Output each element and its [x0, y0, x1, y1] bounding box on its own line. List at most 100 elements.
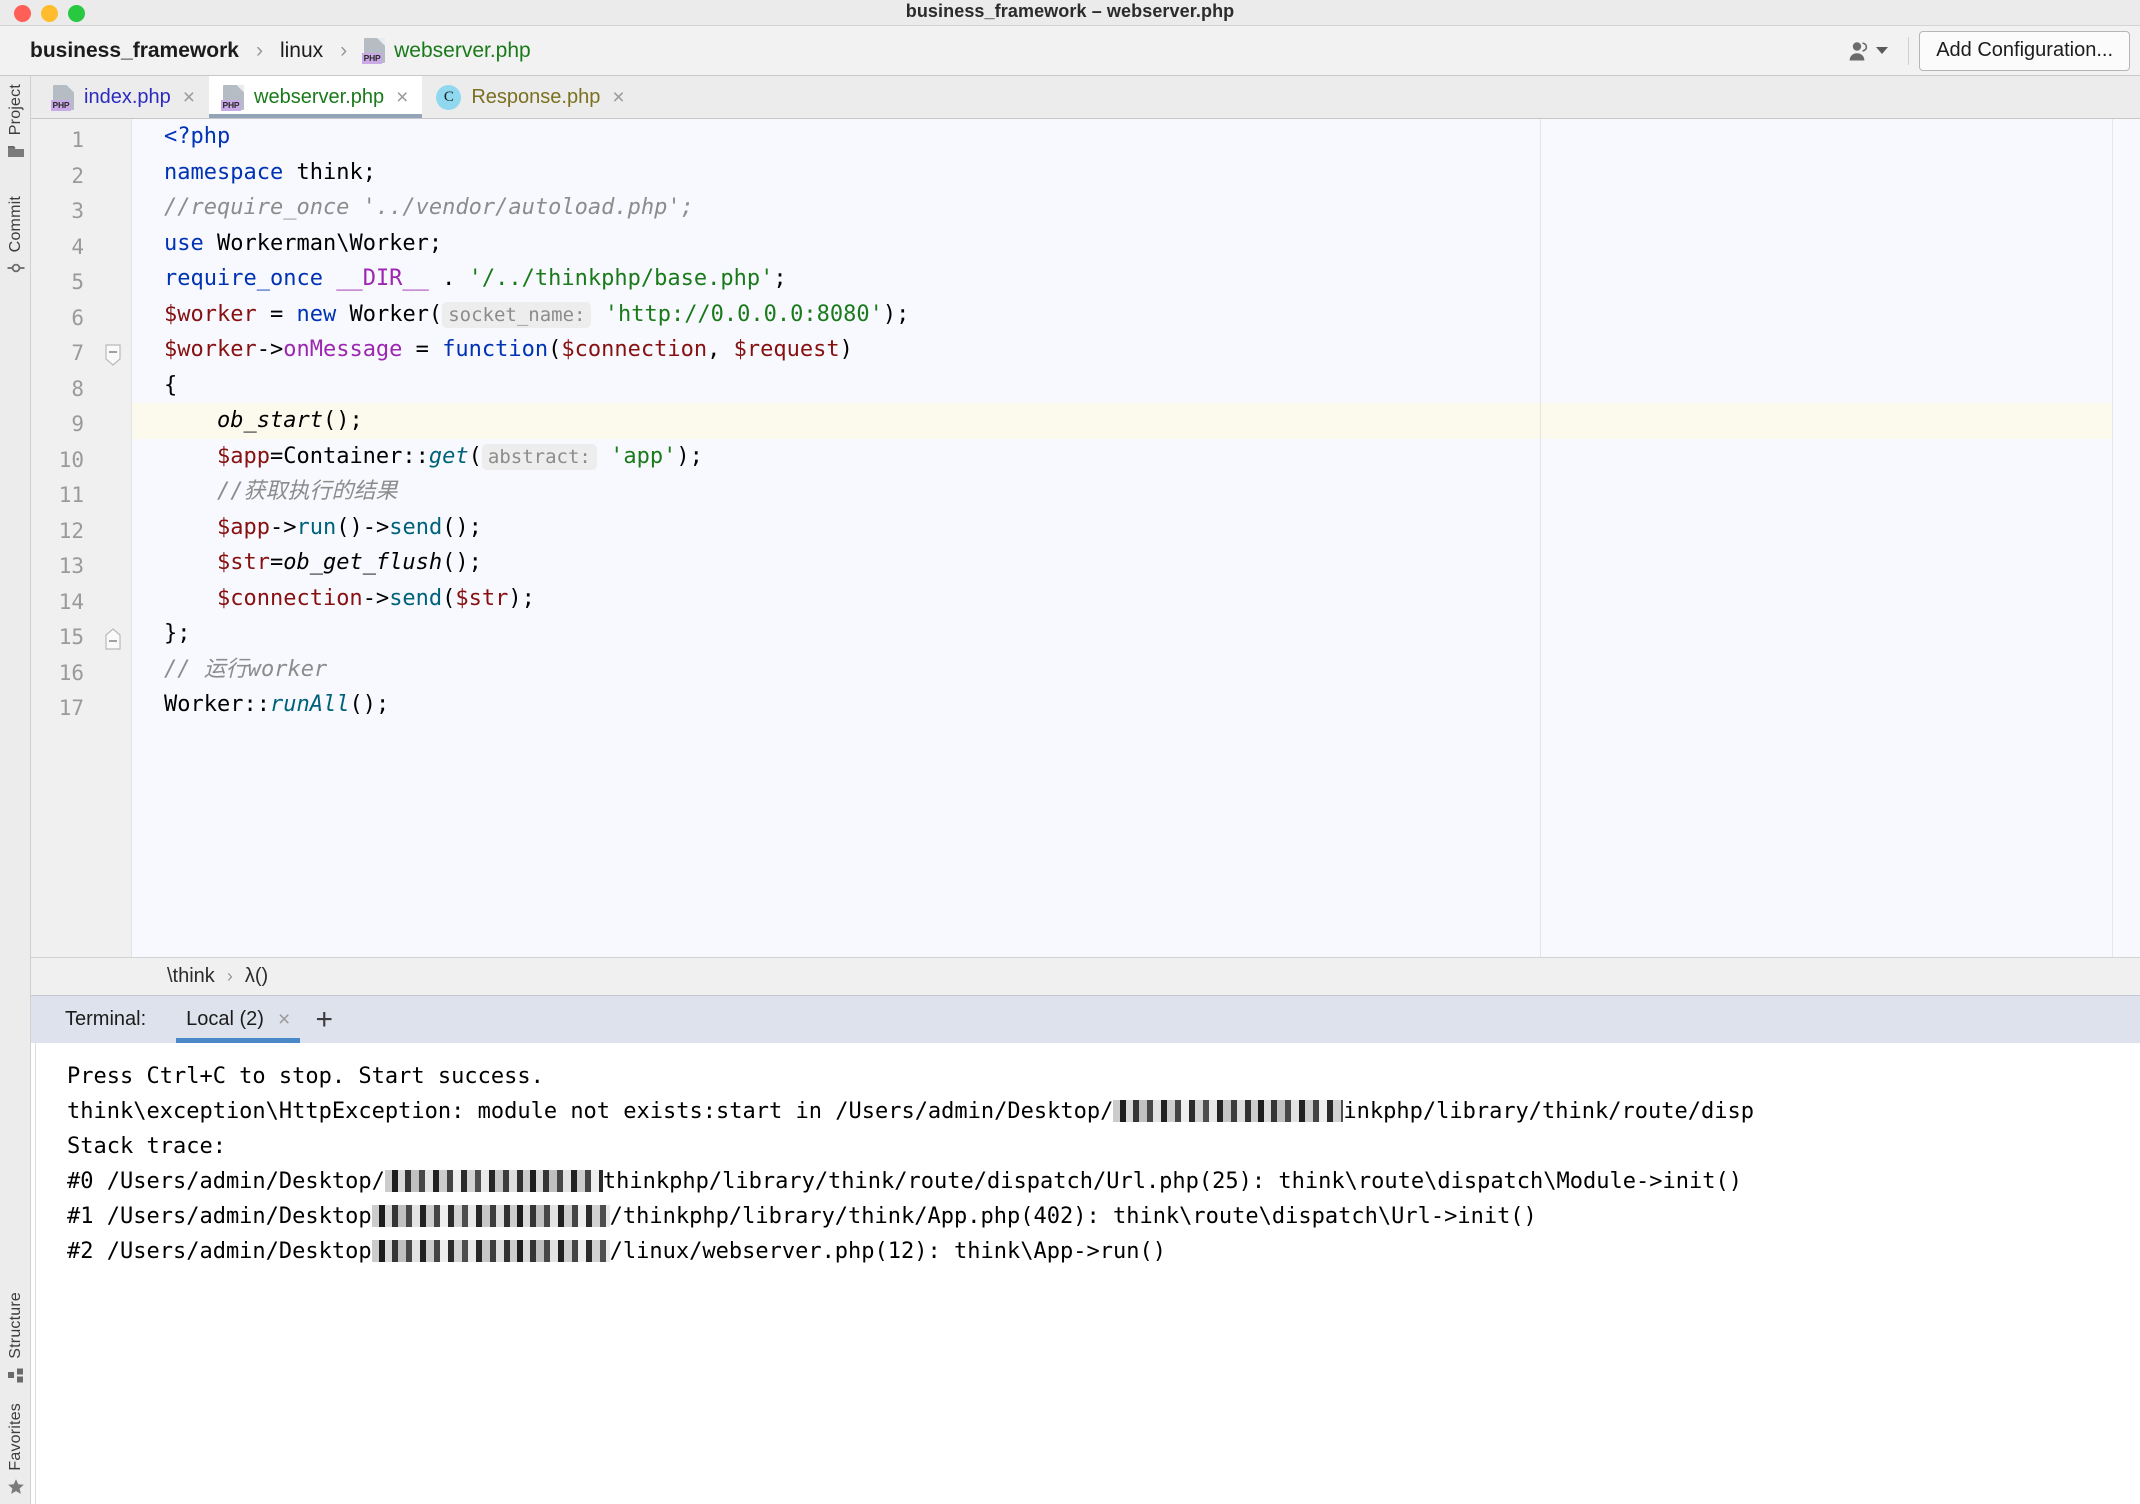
editor-code-area[interactable]: <?php namespace think; //require_once '../…	[131, 119, 2140, 958]
code-editor[interactable]: 1 2 3 4 5 6 7 8 9 10 11 12 13 14 15 16 17 <?php namespace…	[31, 119, 2140, 958]
code-token: __DIR__	[336, 266, 429, 291]
line-number: 10	[58, 447, 84, 472]
line-number: 8	[71, 376, 84, 401]
code-token: ob_get_flush	[283, 550, 443, 575]
parameter-hint: abstract:	[481, 443, 597, 470]
code-token: Worker(	[336, 301, 443, 327]
tab-index-php[interactable]: PHP index.php ×	[39, 76, 209, 118]
redacted-path-block	[371, 1205, 610, 1228]
code-token: ();	[322, 408, 363, 433]
tool-button-favorites[interactable]: Favorites	[0, 1403, 31, 1496]
terminal-output-panel[interactable]: Press Ctrl+C to stop. Start success. thin…	[31, 1043, 2140, 1504]
line-number: 15	[58, 625, 84, 649]
code-token: $request	[733, 337, 840, 362]
window-titlebar: business_framework – webserver.php	[0, 0, 2140, 26]
structure-crumb-namespace[interactable]: \think	[167, 965, 215, 988]
redacted-path-block	[371, 1240, 610, 1263]
close-tab-icon[interactable]: ×	[183, 87, 195, 108]
terminal-line: think\exception\HttpException: module no…	[67, 1094, 2140, 1129]
code-line: require_once __DIR__ . '/../thinkphp/bas…	[164, 261, 2140, 297]
terminal-text: /linux/webserver.php(12): think\App->run…	[609, 1239, 1166, 1265]
tab-webserver-php[interactable]: PHP webserver.php ×	[209, 76, 423, 118]
code-token: send	[389, 514, 443, 540]
line-number: 12	[58, 518, 84, 543]
code-token: $connection	[561, 337, 708, 362]
tool-label-structure: Structure	[6, 1292, 24, 1359]
code-token: $app	[216, 443, 270, 469]
code-token: =	[402, 337, 443, 362]
code-token: ->	[362, 585, 390, 611]
terminal-tab-local[interactable]: Local (2) ×	[176, 996, 301, 1044]
code-token: $str	[455, 585, 509, 611]
terminal-text: Stack trace:	[67, 1134, 226, 1160]
user-account-button[interactable]	[1838, 36, 1898, 66]
code-token: ();	[349, 692, 390, 717]
close-tab-icon[interactable]: ×	[396, 87, 408, 108]
terminal-line: #2 /Users/admin/Desktop/linux/webserver.…	[67, 1234, 2140, 1269]
terminal-text: Press Ctrl+C to stop. Start success.	[67, 1064, 544, 1090]
terminal-text: thinkphp/library/think/route/dispatch/Ur…	[602, 1169, 1742, 1195]
code-token: //获取执行的结果	[164, 479, 398, 504]
code-token: '/../thinkphp/base.php'	[468, 266, 774, 291]
code-token: think;	[283, 159, 376, 185]
tab-response-php[interactable]: C Response.php ×	[422, 76, 638, 118]
editor-gutter[interactable]: 1 2 3 4 5 6 7 8 9 10 11 12 13 14 15 16 17	[31, 119, 131, 958]
code-token: 'http://0.0.0.0:8080'	[604, 301, 883, 327]
code-token: ,	[707, 337, 734, 362]
code-token: ->	[269, 514, 297, 540]
terminal-text: #0 /Users/admin/Desktop/	[67, 1169, 385, 1195]
tool-button-project[interactable]: Project	[0, 84, 31, 160]
folder-icon	[7, 142, 25, 160]
breadcrumb-item-project[interactable]: business_framework	[26, 37, 243, 65]
code-line: Worker::runAll();	[164, 687, 2140, 723]
code-line: $worker->onMessage = function($connectio…	[164, 332, 2140, 368]
breadcrumb-linux-label: linux	[279, 38, 324, 62]
line-number: 14	[58, 589, 84, 614]
code-token: <?php	[164, 124, 231, 149]
code-line: $app->run()->send();	[164, 510, 2140, 546]
code-fold-toggle[interactable]	[104, 628, 122, 650]
structure-crumb-lambda[interactable]: λ()	[245, 965, 268, 988]
code-token: (	[468, 443, 482, 469]
code-token: $connection	[216, 585, 363, 611]
code-token: function	[442, 337, 549, 362]
code-token: namespace	[164, 159, 284, 185]
code-line: {	[164, 368, 2140, 404]
tab-label: index.php	[84, 85, 171, 108]
code-fold-toggle[interactable]	[104, 344, 122, 366]
code-line: namespace think;	[164, 155, 2140, 191]
code-token: onMessage	[283, 337, 403, 362]
breadcrumb-item-linux[interactable]: linux	[276, 37, 327, 65]
code-token: $app	[216, 514, 270, 540]
code-token: (	[442, 585, 456, 611]
breadcrumb-item-file[interactable]: PHP webserver.php	[360, 36, 535, 65]
code-line: $app=Container::get(abstract: 'app');	[164, 439, 2140, 475]
close-tab-icon[interactable]: ×	[612, 87, 624, 108]
tool-button-commit[interactable]: Commit	[0, 196, 31, 277]
terminal-line: #0 /Users/admin/Desktop/thinkphp/library…	[67, 1164, 2140, 1199]
code-token: runAll	[269, 692, 350, 717]
line-number: 16	[58, 660, 84, 685]
add-configuration-button[interactable]: Add Configuration...	[1919, 30, 2130, 71]
code-token: =	[256, 301, 297, 327]
tab-label: Response.php	[471, 85, 601, 108]
structure-separator: ›	[226, 966, 233, 987]
line-number: 1	[71, 128, 84, 152]
line-number: 6	[71, 305, 84, 330]
parameter-hint: socket_name:	[442, 301, 592, 328]
code-line: // 运行worker	[164, 652, 2140, 688]
tool-button-structure[interactable]: Structure	[0, 1292, 31, 1384]
terminal-text: #2 /Users/admin/Desktop	[67, 1239, 372, 1265]
code-token: ;	[773, 266, 787, 291]
php-class-icon: C	[436, 84, 462, 110]
plus-icon[interactable]: +	[300, 996, 348, 1043]
editor-scrollbar[interactable]	[2112, 119, 2140, 958]
code-token: {	[164, 372, 178, 398]
close-terminal-tab-icon[interactable]: ×	[278, 1009, 290, 1030]
code-token: Worker::	[164, 692, 270, 717]
code-token: //require_once '../vendor/autoload.php';	[164, 195, 694, 220]
